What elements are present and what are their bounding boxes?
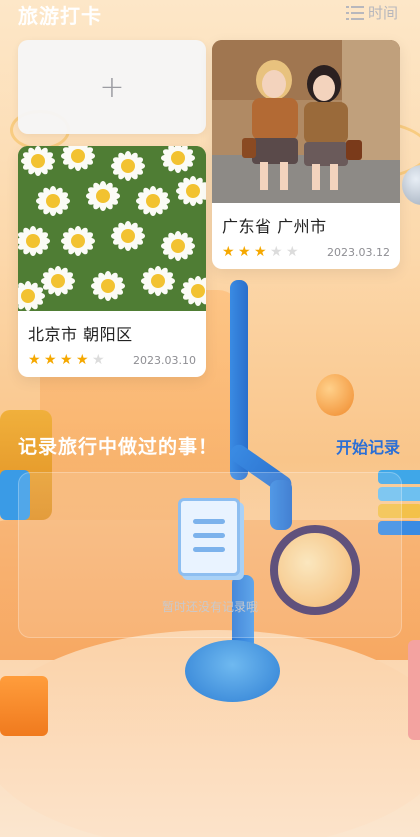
start-record-button[interactable]: 开始记录 <box>336 434 400 458</box>
page-title: 旅游打卡 <box>18 4 102 28</box>
card-photo-daisy <box>18 146 206 311</box>
records-section-header: 记录旅行中做过的事！ 开始记录 <box>0 432 420 462</box>
travel-card[interactable]: 北京市 朝阳区 ★ ★ ★ ★ ★ 2023.03.10 <box>18 146 206 377</box>
balloon-decoration <box>316 374 354 416</box>
star-icon: ★ <box>286 244 299 260</box>
cube-decoration <box>0 676 48 736</box>
list-icon <box>345 5 364 21</box>
app-header: 旅游打卡 时间 <box>0 0 420 36</box>
star-icon: ★ <box>238 244 251 260</box>
star-icon: ★ <box>44 352 57 368</box>
star-icon: ★ <box>28 352 41 368</box>
lamp-base-decoration <box>185 640 280 702</box>
add-record-card[interactable]: + <box>18 40 206 134</box>
card-date: 2023.03.10 <box>133 353 196 367</box>
star-icon: ★ <box>92 352 105 368</box>
star-icon: ★ <box>222 244 235 260</box>
rating-stars: ★ ★ ★ ★ ★ <box>222 245 300 259</box>
travel-card[interactable]: 广东省 广州市 ★ ★ ★ ★ ★ 2023.03.12 <box>212 40 400 269</box>
sort-by-time-button[interactable]: 时间 <box>345 2 398 23</box>
rating-stars: ★ ★ ★ ★ ★ <box>28 353 106 367</box>
card-location: 广东省 广州市 <box>222 217 327 236</box>
card-date: 2023.03.12 <box>327 245 390 259</box>
section-title: 记录旅行中做过的事！ <box>18 436 219 458</box>
star-icon: ★ <box>76 352 89 368</box>
star-icon: ★ <box>60 352 73 368</box>
sort-label: 时间 <box>367 4 398 22</box>
star-icon: ★ <box>254 244 267 260</box>
empty-state-text: 暂时还没有记录哦 <box>161 600 258 614</box>
plus-icon: + <box>99 69 125 105</box>
card-location: 北京市 朝阳区 <box>28 325 133 344</box>
star-icon: ★ <box>270 244 283 260</box>
card-photo-people <box>212 40 400 203</box>
